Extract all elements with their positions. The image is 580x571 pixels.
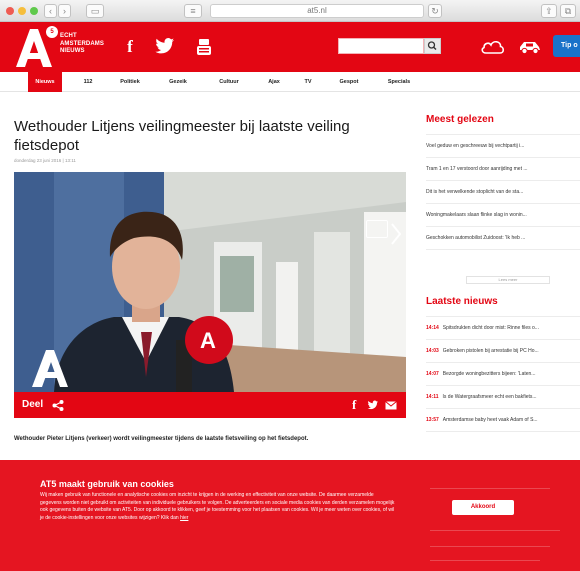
video-player[interactable]: A (14, 172, 406, 392)
news-time: 14:11 (426, 394, 439, 400)
share-facebook-icon[interactable]: f (352, 398, 356, 411)
cookie-settings-link[interactable]: hier (180, 515, 188, 521)
forward-arrow-icon[interactable]: › (58, 4, 71, 18)
divider (430, 560, 540, 561)
most-read-item[interactable]: Dit is het verwelkende stoplicht van de … (426, 181, 580, 204)
latest-news-item[interactable]: 14:07 Bezorgde woningbezitters bijeen: 'L… (426, 363, 580, 386)
logo-badge: 5 (46, 26, 58, 38)
share-email-icon[interactable] (385, 401, 397, 410)
gallery-icon[interactable] (366, 220, 388, 238)
site-header: 5 ECHT AMSTERDAMS NIEUWS f Tip o (0, 22, 580, 72)
news-headline: Is de Watergraafsmeer echt een bakfiets.… (442, 394, 537, 400)
close-window-button[interactable] (6, 7, 14, 15)
nav-item-gespot[interactable]: Gespot (333, 72, 365, 92)
accept-cookies-button[interactable]: Akkoord (452, 500, 514, 515)
address-bar[interactable]: at5.nl (210, 4, 424, 18)
nav-item-112[interactable]: 112 (78, 72, 98, 92)
cookie-title: AT5 maakt gebruik van cookies (40, 479, 174, 489)
traffic-car-icon[interactable] (517, 39, 543, 60)
news-headline: Amsterdamse baby heet vaak Adam of S... (442, 417, 538, 423)
article-lead: Wethouder Pieter Litjens (verkeer) wordt… (14, 436, 309, 442)
search-input[interactable] (338, 38, 424, 54)
news-headline: Spitsdrukten dicht door mist: Rinne file… (442, 325, 539, 331)
most-read-list: Voel geduw en geschreeuw bij vechtpartij… (426, 134, 580, 250)
cookie-text: Wij maken gebruik van functionele en ana… (40, 492, 395, 521)
most-read-item[interactable]: Tram 1 en 17 verstoord door aanrijding m… (426, 158, 580, 181)
news-headline: Bezorgde woningbezitters bijeen: 'Laten.… (442, 371, 536, 377)
news-headline: Gebroken pistolen bij arrestatie bij PC … (442, 348, 539, 354)
latest-news-item[interactable]: 14:14 Spitsdrukten dicht door mist: Rinne… (426, 317, 580, 340)
share-label[interactable]: Deel (22, 392, 43, 418)
news-time: 14:14 (426, 325, 439, 331)
facebook-icon[interactable]: f (120, 37, 140, 57)
article-title: Wethouder Litjens veilingmeester bij laa… (14, 118, 350, 154)
browser-toolbar: ‹ › ▭ ≡ at5.nl ↻ ⇪ ⧉ (0, 0, 580, 22)
share-twitter-icon[interactable] (367, 400, 379, 410)
weather-cloud-icon[interactable] (480, 39, 506, 60)
nav-item-politiek[interactable]: Politiek (113, 72, 147, 92)
nav-item-specials[interactable]: Specials (380, 72, 418, 92)
nav-item-ajax[interactable]: Ajax (262, 72, 286, 92)
search-icon (427, 41, 437, 50)
news-time: 14:07 (426, 371, 439, 377)
reader-view-icon[interactable]: ≡ (184, 4, 202, 18)
address-url: at5.nl (307, 6, 327, 15)
most-read-heading: Meest gelezen (426, 114, 494, 125)
latest-news-item[interactable]: 14:11 Is de Watergraafsmeer echt een bakf… (426, 386, 580, 409)
sidebar-toggle-icon[interactable]: ▭ (86, 4, 104, 18)
back-arrow-icon[interactable]: ‹ (44, 4, 57, 18)
news-time: 14:03 (426, 348, 439, 354)
divider (430, 488, 550, 489)
nav-item-gezeik[interactable]: Gezeik (162, 72, 194, 92)
tip-button[interactable]: Tip o (553, 35, 580, 57)
most-read-item[interactable]: Woningmakelaars slaan flinke slag in won… (426, 204, 580, 227)
nav-item-cultuur[interactable]: Cultuur (212, 72, 246, 92)
divider (430, 530, 560, 531)
latest-news-item[interactable]: 13:57 Amsterdamse baby heet vaak Adam of … (426, 409, 580, 432)
nav-item-tv[interactable]: TV (300, 72, 316, 92)
tabs-overview-icon[interactable]: ⧉ (560, 4, 576, 18)
logo-tagline: ECHT AMSTERDAMS NIEUWS (60, 33, 104, 54)
article-date: donderdag 23 juni 2016 | 13:11 (14, 158, 76, 163)
main-nav: Nieuws 112 Politiek Gezeik Cultuur Ajax … (0, 72, 580, 92)
latest-news-heading: Laatste nieuws (426, 296, 498, 307)
share-icon[interactable] (52, 400, 64, 411)
svg-text:A: A (200, 328, 216, 353)
nav-item-nieuws[interactable]: Nieuws (28, 72, 62, 92)
share-bar: Deel f (14, 392, 406, 418)
news-time: 13:57 (426, 417, 439, 423)
latest-news-list: 14:14 Spitsdrukten dicht door mist: Rinne… (426, 316, 580, 432)
read-more-button[interactable]: Lees meer (466, 276, 550, 284)
share-page-icon[interactable]: ⇪ (541, 4, 557, 18)
divider (430, 546, 550, 547)
reload-icon[interactable]: ↻ (428, 4, 442, 18)
minimize-window-button[interactable] (18, 7, 26, 15)
search-button[interactable] (424, 38, 441, 54)
latest-news-item[interactable]: 14:03 Gebroken pistolen bij arrestatie bi… (426, 340, 580, 363)
video-still: A (14, 172, 406, 392)
most-read-item[interactable]: Voel geduw en geschreeuw bij vechtpartij… (426, 135, 580, 158)
twitter-icon[interactable] (155, 37, 175, 57)
youtube-icon[interactable] (194, 37, 214, 57)
most-read-item[interactable]: Geschokken automobilist Zuidoost: 'Ik he… (426, 227, 580, 250)
zoom-window-button[interactable] (30, 7, 38, 15)
